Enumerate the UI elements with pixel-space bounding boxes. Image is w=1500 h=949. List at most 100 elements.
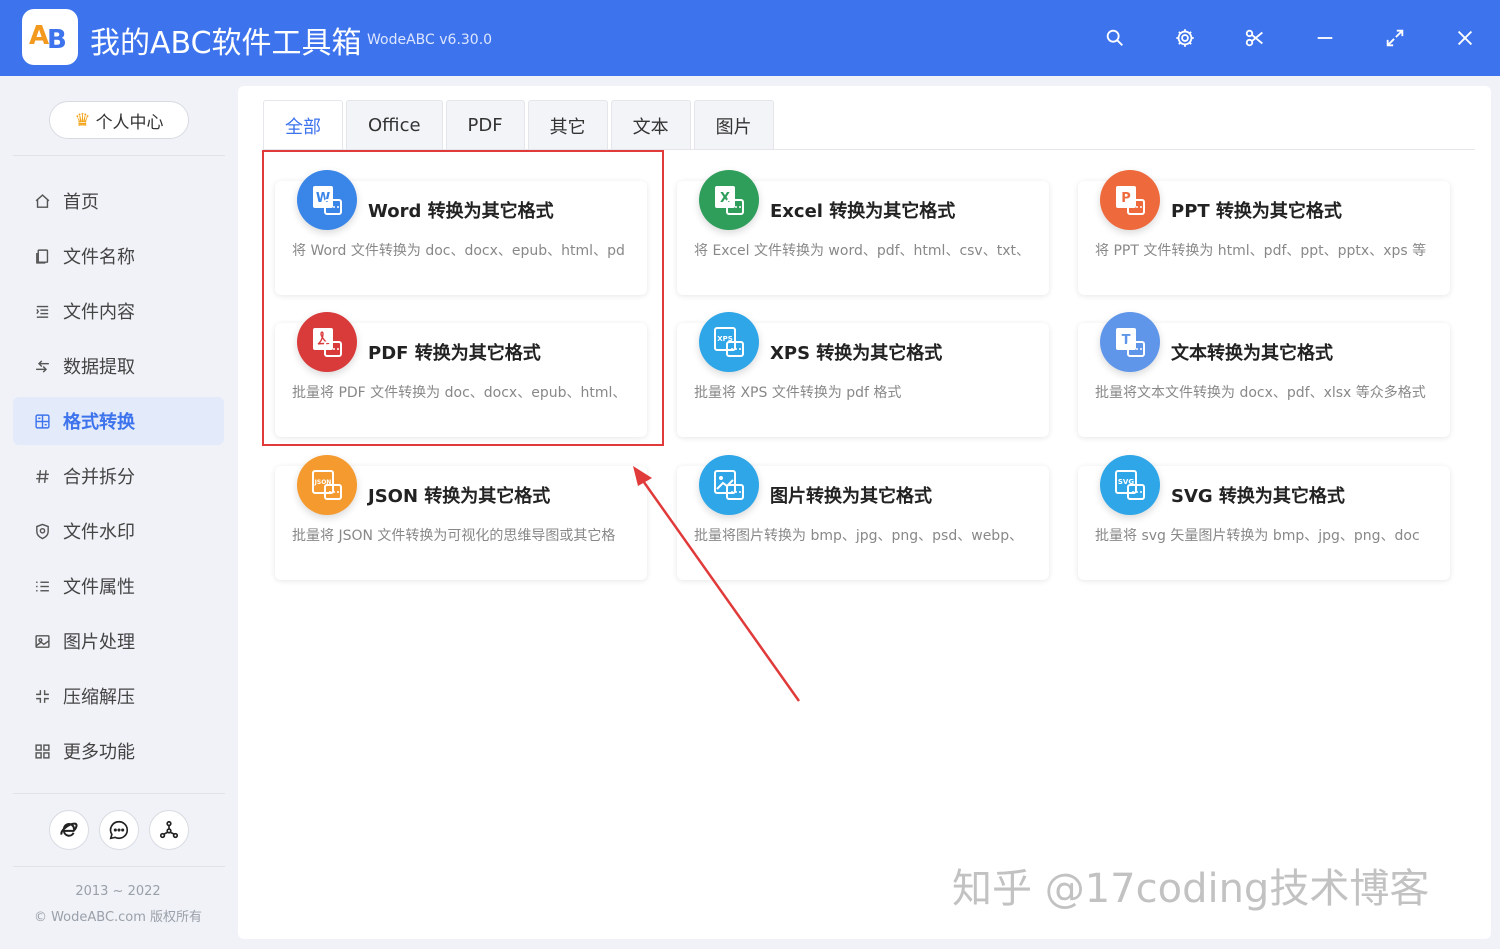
tab-text[interactable]: 文本 <box>610 100 691 150</box>
sidebar-item-label: 文件名称 <box>63 247 135 268</box>
sidebar-item-label: 数据提取 <box>63 357 135 378</box>
highlight-box <box>262 150 664 446</box>
sidebar-item-home[interactable]: 首页 <box>13 177 224 225</box>
svg-text:X: X <box>720 191 730 206</box>
maximize-button[interactable] <box>1381 24 1409 52</box>
maximize-icon <box>1386 29 1404 47</box>
footer-copyright: © WodeABC.com 版权所有 <box>33 910 203 925</box>
sidebar: ♛ 个人中心 首页 文件名称 文件内容 数据提取 格式转换 合并拆分 文件水印 … <box>0 76 236 949</box>
picture-icon <box>699 455 759 515</box>
card-title: PPT 转换为其它格式 <box>1171 201 1342 222</box>
text-file-icon: T <box>1100 312 1160 372</box>
home-icon <box>33 192 51 210</box>
tab-all[interactable]: 全部 <box>263 100 343 150</box>
tab-pdf[interactable]: PDF <box>445 100 525 150</box>
card-ppt-convert[interactable]: P PPT 转换为其它格式 将 PPT 文件转换为 html、pdf、ppt、p… <box>1078 170 1450 295</box>
title-bar: AB 我的ABC软件工具箱 WodeABC v6.30.0 <box>0 0 1500 76</box>
gear-icon <box>1176 29 1194 47</box>
sidebar-item-watermark[interactable]: 文件水印 <box>13 507 224 555</box>
grid-icon <box>33 742 51 760</box>
file-name-icon <box>33 247 51 265</box>
browser-button[interactable] <box>49 810 89 850</box>
sidebar-item-merge-split[interactable]: 合并拆分 <box>13 452 224 500</box>
data-extract-icon <box>33 357 51 375</box>
search-icon <box>1106 29 1123 46</box>
app-title: 我的ABC软件工具箱 <box>90 26 362 61</box>
card-desc: 批量将 svg 矢量图片转换为 bmp、jpg、png、doc <box>1095 528 1420 544</box>
user-center-button[interactable]: ♛ 个人中心 <box>49 101 189 139</box>
card-title: Excel 转换为其它格式 <box>770 201 956 222</box>
divider <box>13 866 225 867</box>
xps-icon: XPS <box>699 312 759 372</box>
card-text-convert[interactable]: T 文本转换为其它格式 批量将文本文件转换为 docx、pdf、xlsx 等众多… <box>1078 312 1450 437</box>
chat-icon <box>109 820 128 840</box>
card-excel-convert[interactable]: X Excel 转换为其它格式 将 Excel 文件转换为 word、pdf、h… <box>677 170 1049 295</box>
card-desc: 批量将 JSON 文件转换为可视化的思维导图或其它格 <box>292 528 616 544</box>
footer-years: 2013 ~ 2022 <box>75 884 161 899</box>
network-icon <box>159 820 179 839</box>
card-title: JSON 转换为其它格式 <box>368 486 551 507</box>
svg-text:T: T <box>1122 333 1131 348</box>
svg-icon: SVG <box>1100 455 1160 515</box>
compress-icon <box>33 687 51 705</box>
hash-icon <box>33 467 51 485</box>
settings-button[interactable] <box>1171 24 1199 52</box>
card-title: 图片转换为其它格式 <box>770 486 932 507</box>
chat-button[interactable] <box>99 810 139 850</box>
sidebar-item-label: 格式转换 <box>63 412 135 433</box>
sidebar-item-label: 文件内容 <box>63 302 135 323</box>
card-desc: 将 PPT 文件转换为 html、pdf、ppt、pptx、xps 等 <box>1095 243 1427 259</box>
sidebar-item-label: 首页 <box>63 192 99 213</box>
card-title: 文本转换为其它格式 <box>1171 343 1333 364</box>
tab-office[interactable]: Office <box>346 100 443 150</box>
app-version: WodeABC v6.30.0 <box>367 32 493 48</box>
svg-text:P: P <box>1121 191 1131 206</box>
user-center-label: 个人中心 <box>95 112 164 133</box>
card-title: SVG 转换为其它格式 <box>1171 486 1345 507</box>
sidebar-item-label: 压缩解压 <box>63 687 135 708</box>
shield-icon <box>33 522 51 540</box>
card-desc: 批量将文本文件转换为 docx、pdf、xlsx 等众多格式 <box>1095 385 1426 401</box>
sidebar-item-label: 合并拆分 <box>63 467 135 488</box>
tab-image[interactable]: 图片 <box>693 100 774 150</box>
excel-icon: X <box>699 170 759 230</box>
ppt-icon: P <box>1100 170 1160 230</box>
sidebar-item-more[interactable]: 更多功能 <box>13 727 224 775</box>
sidebar-item-label: 图片处理 <box>63 632 135 653</box>
scissors-icon <box>1245 29 1263 47</box>
sidebar-item-file-content[interactable]: 文件内容 <box>13 287 224 335</box>
close-button[interactable] <box>1451 24 1479 52</box>
crown-icon: ♛ <box>74 109 91 131</box>
sidebar-item-label: 文件水印 <box>63 522 135 543</box>
card-xps-convert[interactable]: XPS XPS 转换为其它格式 批量将 XPS 文件转换为 pdf 格式 <box>677 312 1049 437</box>
close-icon <box>1457 30 1473 46</box>
sidebar-item-label: 更多功能 <box>63 742 135 763</box>
sidebar-item-file-name[interactable]: 文件名称 <box>13 232 224 280</box>
share-button[interactable] <box>149 810 189 850</box>
card-svg-convert[interactable]: SVG SVG 转换为其它格式 批量将 svg 矢量图片转换为 bmp、jpg、… <box>1078 455 1450 580</box>
search-button[interactable] <box>1101 24 1129 52</box>
minimize-icon <box>1317 37 1333 39</box>
list-icon <box>33 577 51 595</box>
sidebar-item-format-convert[interactable]: 格式转换 <box>13 397 224 445</box>
sidebar-item-data-extract[interactable]: 数据提取 <box>13 342 224 390</box>
sidebar-item-image-processing[interactable]: 图片处理 <box>13 617 224 665</box>
card-title: XPS 转换为其它格式 <box>770 343 943 364</box>
card-desc: 批量将 XPS 文件转换为 pdf 格式 <box>694 385 902 401</box>
tab-other[interactable]: 其它 <box>527 100 608 150</box>
ie-browser-icon <box>60 822 78 837</box>
card-json-convert[interactable]: JSON JSON 转换为其它格式 批量将 JSON 文件转换为可视化的思维导图… <box>275 455 647 580</box>
format-convert-icon <box>33 412 51 430</box>
sidebar-item-label: 文件属性 <box>63 577 135 598</box>
sidebar-item-file-attributes[interactable]: 文件属性 <box>13 562 224 610</box>
watermark-text: 知乎 @17coding技术博客 <box>952 866 1430 912</box>
divider <box>13 155 225 156</box>
card-desc: 将 Excel 文件转换为 word、pdf、html、csv、txt、 <box>694 243 1030 259</box>
minimize-button[interactable] <box>1311 24 1339 52</box>
category-tabs: 全部 Office PDF 其它 文本 图片 <box>263 100 774 150</box>
card-image-convert[interactable]: 图片转换为其它格式 批量将图片转换为 bmp、jpg、png、psd、webp、 <box>677 455 1049 580</box>
json-icon: JSON <box>297 455 357 515</box>
sidebar-item-compress[interactable]: 压缩解压 <box>13 672 224 720</box>
card-desc: 批量将图片转换为 bmp、jpg、png、psd、webp、 <box>694 528 1024 544</box>
scissors-button[interactable] <box>1241 24 1269 52</box>
